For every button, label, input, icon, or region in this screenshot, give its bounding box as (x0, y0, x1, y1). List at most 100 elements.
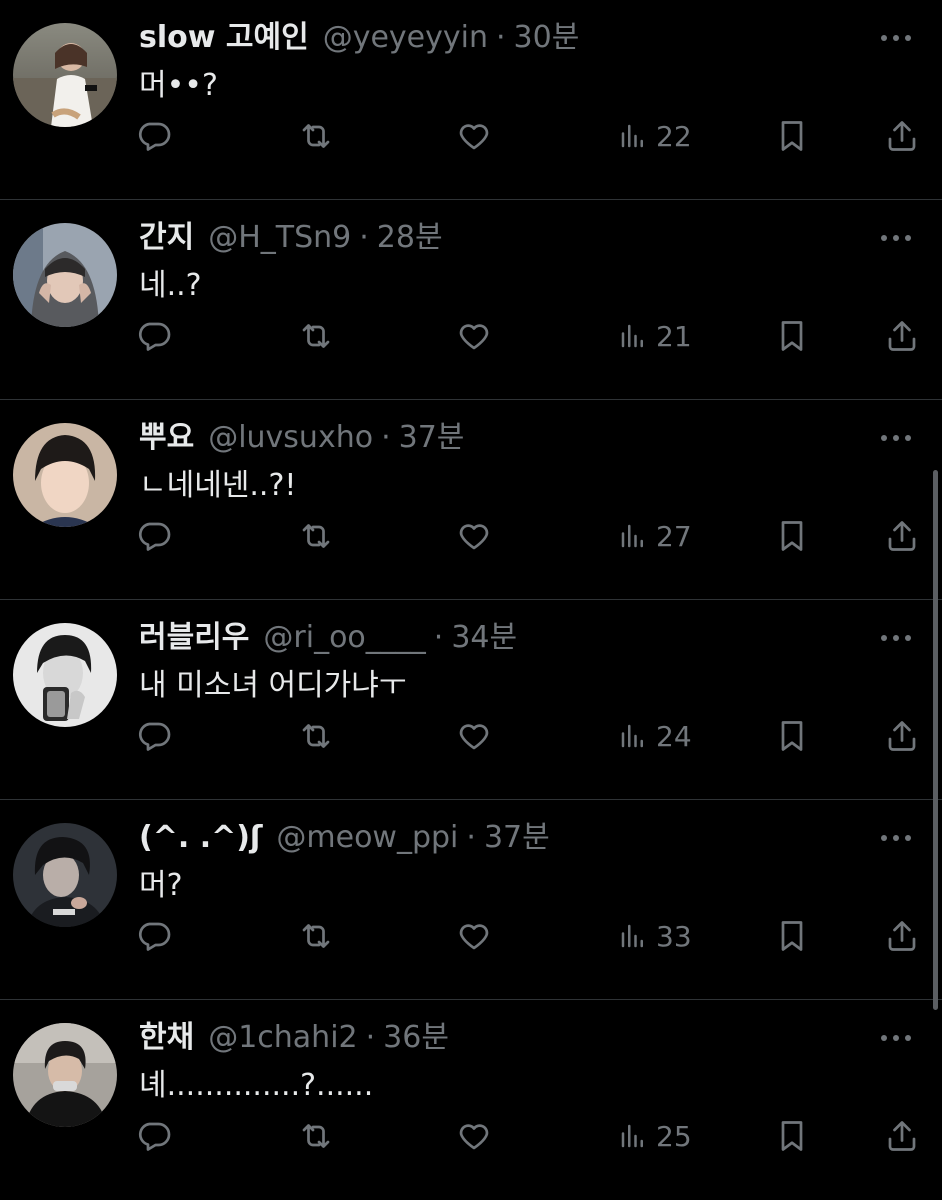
action-bar: 27 (0, 512, 942, 560)
display-name[interactable]: 뿌요 (139, 418, 194, 458)
retweet-button[interactable] (298, 512, 334, 560)
reply-button[interactable] (136, 712, 172, 760)
views-icon (618, 721, 648, 751)
retweet-button[interactable] (298, 1112, 334, 1160)
share-icon (884, 118, 920, 154)
scrollbar[interactable] (933, 470, 938, 1010)
heart-icon (456, 518, 492, 554)
timestamp[interactable]: 36분 (383, 1018, 449, 1058)
like-button[interactable] (456, 912, 492, 960)
share-button[interactable] (884, 512, 920, 560)
heart-icon (456, 1118, 492, 1154)
user-handle[interactable]: @H_TSn9 (208, 218, 351, 258)
action-bar: 25 (0, 1112, 942, 1160)
timestamp[interactable]: 37분 (484, 818, 550, 858)
bookmark-button[interactable] (774, 112, 810, 160)
tweet-text: 머••? (139, 68, 218, 103)
like-button[interactable] (456, 712, 492, 760)
views-icon (618, 121, 648, 151)
like-button[interactable] (456, 1112, 492, 1160)
more-icon[interactable] (878, 226, 914, 250)
heart-icon (456, 118, 492, 154)
tweet-text: 녜..............?...... (139, 1068, 374, 1103)
share-icon (884, 318, 920, 354)
bookmark-button[interactable] (774, 712, 810, 760)
more-icon[interactable] (878, 26, 914, 50)
more-icon[interactable] (878, 826, 914, 850)
reply-button[interactable] (136, 512, 172, 560)
share-button[interactable] (884, 112, 920, 160)
share-button[interactable] (884, 1112, 920, 1160)
more-icon[interactable] (878, 1026, 914, 1050)
retweet-button[interactable] (298, 312, 334, 360)
share-button[interactable] (884, 912, 920, 960)
views-icon (618, 321, 648, 351)
share-button[interactable] (884, 312, 920, 360)
user-handle[interactable]: @meow_ppi (276, 818, 458, 858)
timestamp[interactable]: 34분 (451, 618, 517, 658)
reply-button[interactable] (136, 912, 172, 960)
action-bar: 21 (0, 312, 942, 360)
views-button[interactable]: 21 (618, 312, 692, 360)
retweet-button[interactable] (298, 912, 334, 960)
views-button[interactable]: 25 (618, 1112, 692, 1160)
tweet[interactable]: 뿌요 @luvsuxho · 37분 ㄴ네네넨..?! 27 (0, 400, 942, 600)
bookmark-icon (774, 318, 810, 354)
views-button[interactable]: 22 (618, 112, 692, 160)
display-name[interactable]: 러블리우 (139, 618, 249, 658)
tweet[interactable]: (^. .^)ʃ @meow_ppi · 37분 머? 33 (0, 800, 942, 1000)
display-name[interactable]: 한채 (139, 1018, 194, 1058)
separator-dot: · (365, 1020, 376, 1055)
bookmark-button[interactable] (774, 912, 810, 960)
more-icon[interactable] (878, 626, 914, 650)
timestamp[interactable]: 37분 (399, 418, 465, 458)
user-handle[interactable]: @ri_oo____ (263, 618, 425, 658)
action-bar: 22 (0, 112, 942, 160)
views-button[interactable]: 27 (618, 512, 692, 560)
tweet[interactable]: 한채 @1chahi2 · 36분 녜..............?......… (0, 1000, 942, 1200)
views-button[interactable]: 24 (618, 712, 692, 760)
reply-icon (136, 318, 172, 354)
more-icon[interactable] (878, 426, 914, 450)
bookmark-icon (774, 718, 810, 754)
like-button[interactable] (456, 512, 492, 560)
tweet-header: (^. .^)ʃ @meow_ppi · 37분 (139, 818, 550, 858)
bookmark-button[interactable] (774, 512, 810, 560)
share-icon (884, 918, 920, 954)
display-name[interactable]: (^. .^)ʃ (139, 818, 262, 858)
reply-button[interactable] (136, 312, 172, 360)
separator-dot: · (381, 420, 391, 455)
timestamp[interactable]: 28분 (377, 218, 443, 258)
like-button[interactable] (456, 112, 492, 160)
share-button[interactable] (884, 712, 920, 760)
tweet[interactable]: slow 고예인 @yeyeyyin · 30분 머••? 22 (0, 0, 942, 200)
user-handle[interactable]: @luvsuxho (208, 418, 373, 458)
bookmark-icon (774, 918, 810, 954)
display-name[interactable]: 간지 (139, 218, 194, 258)
user-handle[interactable]: @yeyeyyin (323, 18, 488, 58)
timeline[interactable]: slow 고예인 @yeyeyyin · 30분 머••? 22 간지 @H_T… (0, 0, 942, 1200)
views-count: 24 (656, 719, 692, 753)
reply-button[interactable] (136, 1112, 172, 1160)
separator-dot: · (359, 220, 369, 255)
retweet-button[interactable] (298, 712, 334, 760)
retweet-button[interactable] (298, 112, 334, 160)
bookmark-button[interactable] (774, 1112, 810, 1160)
views-button[interactable]: 33 (618, 912, 692, 960)
tweet[interactable]: 러블리우 @ri_oo____ · 34분 내 미소녀 어디가냐ㅜ 24 (0, 600, 942, 800)
display-name[interactable]: slow 고예인 (139, 18, 309, 58)
share-icon (884, 518, 920, 554)
retweet-icon (298, 718, 334, 754)
bookmark-button[interactable] (774, 312, 810, 360)
tweet[interactable]: 간지 @H_TSn9 · 28분 네..? 21 (0, 200, 942, 400)
reply-button[interactable] (136, 112, 172, 160)
user-handle[interactable]: @1chahi2 (208, 1018, 357, 1058)
retweet-icon (298, 318, 334, 354)
like-button[interactable] (456, 312, 492, 360)
timestamp[interactable]: 30분 (514, 18, 580, 58)
views-icon (618, 521, 648, 551)
reply-icon (136, 918, 172, 954)
reply-icon (136, 118, 172, 154)
tweet-header: 한채 @1chahi2 · 36분 (139, 1018, 449, 1058)
retweet-icon (298, 518, 334, 554)
